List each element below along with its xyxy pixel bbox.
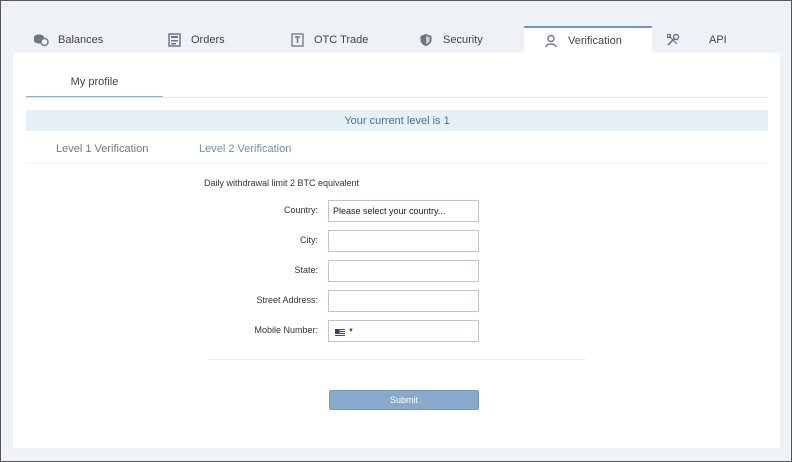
coins-icon bbox=[33, 32, 49, 48]
mobile-number-field: ▼ bbox=[328, 320, 479, 342]
tab-api-label: API bbox=[709, 33, 727, 46]
subtab-my-profile[interactable]: My profile bbox=[26, 67, 163, 98]
tab-otc-trade-label: OTC Trade bbox=[314, 33, 369, 46]
shield-icon bbox=[418, 32, 434, 48]
us-flag-icon[interactable] bbox=[335, 328, 345, 336]
otc-trade-icon bbox=[289, 32, 305, 48]
tab-api[interactable]: API bbox=[665, 26, 727, 53]
submit-button[interactable]: Submit bbox=[329, 390, 479, 410]
tab-verification[interactable]: Verification bbox=[524, 26, 652, 53]
state-row: State: bbox=[173, 260, 493, 282]
mobile-row: Mobile Number: ▼ bbox=[173, 320, 493, 342]
state-label: State: bbox=[294, 265, 318, 275]
tab-security-label: Security bbox=[443, 33, 483, 46]
tab-balances-label: Balances bbox=[58, 33, 104, 46]
street-row: Street Address: bbox=[173, 290, 493, 312]
user-icon bbox=[543, 33, 559, 49]
form-divider bbox=[208, 359, 586, 360]
tab-orders[interactable]: Orders bbox=[166, 26, 225, 53]
tab-balances[interactable]: Balances bbox=[33, 26, 103, 53]
city-input[interactable] bbox=[328, 230, 479, 252]
tab-level1-verification[interactable]: Level 1 Verification bbox=[56, 143, 148, 159]
mobile-number-label: Mobile Number: bbox=[254, 325, 318, 335]
city-row: City: bbox=[173, 230, 493, 252]
chevron-down-icon[interactable]: ▼ bbox=[348, 328, 354, 334]
country-label: Country: bbox=[283, 205, 318, 215]
subtab-divider bbox=[26, 97, 768, 98]
app-window: Balances Orders OTC Trade Security Verif… bbox=[0, 0, 792, 462]
level-banner: Your current level is 1 bbox=[26, 110, 768, 131]
tab-otc-trade[interactable]: OTC Trade bbox=[289, 26, 368, 53]
mobile-number-input[interactable] bbox=[357, 322, 475, 340]
tab-level2-verification[interactable]: Level 2 Verification bbox=[199, 143, 291, 159]
verification-tabs-divider bbox=[26, 163, 768, 164]
state-input[interactable] bbox=[328, 260, 479, 282]
tab-verification-label: Verification bbox=[568, 34, 622, 47]
country-row: Country: Please select your country... bbox=[173, 200, 493, 222]
street-address-label: Street Address: bbox=[256, 295, 318, 305]
city-label: City: bbox=[300, 235, 318, 245]
country-select[interactable]: Please select your country... bbox=[328, 200, 479, 222]
top-navigation: Balances Orders OTC Trade Security Verif… bbox=[13, 26, 780, 53]
street-address-input[interactable] bbox=[328, 290, 479, 312]
orders-icon bbox=[166, 32, 182, 48]
country-select-value: Please select your country... bbox=[333, 206, 446, 216]
tab-security[interactable]: Security bbox=[418, 26, 483, 53]
main-panel: My profile Your current level is 1 Level… bbox=[13, 53, 780, 448]
tab-orders-label: Orders bbox=[191, 33, 225, 46]
tools-icon bbox=[665, 32, 681, 48]
withdrawal-limit-text: Daily withdrawal limit 2 BTC equivalent bbox=[204, 178, 360, 188]
